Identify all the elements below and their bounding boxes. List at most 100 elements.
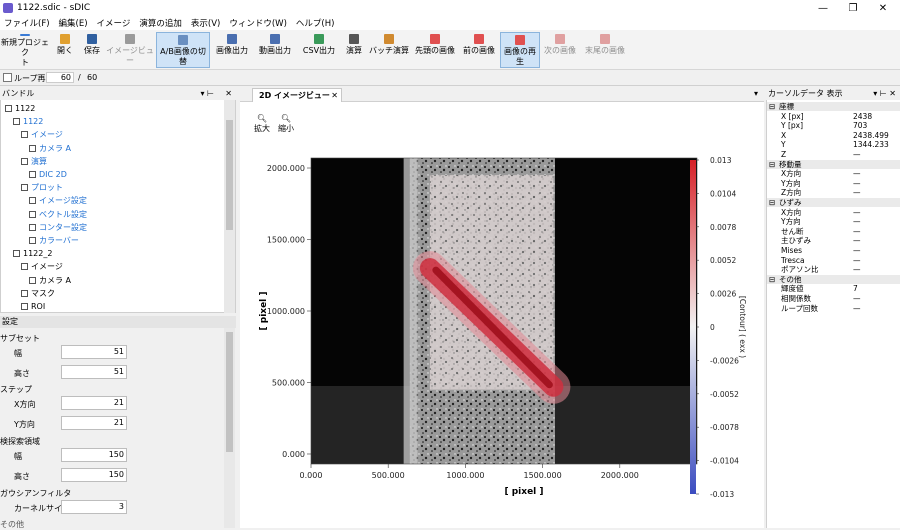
cursor-data-key: Z: [781, 150, 787, 159]
tree-node-icon: [21, 157, 28, 165]
toolbar-label: 新規プロジェク ト: [1, 38, 49, 67]
step-section: ステップ: [0, 385, 32, 394]
tree-item[interactable]: 1122: [5, 103, 35, 115]
cursor-section-name: その他: [779, 274, 802, 284]
tree-item[interactable]: カメラ A: [29, 275, 71, 287]
cursor-panel-pin-icon[interactable]: ▾ ⊢ ✕: [873, 88, 896, 100]
tree-item[interactable]: 1122: [13, 116, 43, 128]
subset-width-input[interactable]: 51: [61, 345, 127, 359]
toolbar-label: 次の画像: [544, 46, 576, 55]
cursor-data-key: Y [px]: [781, 121, 804, 131]
pin-icon[interactable]: ▾ ⊢: [200, 88, 214, 100]
tree-node-icon: [29, 223, 36, 231]
image-export-button[interactable]: 画像出力: [212, 32, 252, 68]
calculate-button[interactable]: 演算: [342, 32, 366, 68]
tree-item[interactable]: カラーバー: [29, 235, 79, 247]
first-image-button[interactable]: 先頭の画像: [412, 32, 458, 68]
menu-window[interactable]: ウィンドウ(W): [229, 17, 287, 29]
cursor-data-key: X方向: [781, 169, 802, 179]
tree-item[interactable]: イメージ: [21, 129, 63, 141]
csv-export-button[interactable]: CSV出力: [298, 32, 340, 68]
cursor-section-header[interactable]: ⊟ その他: [767, 274, 900, 284]
close-button[interactable]: ✕: [868, 0, 898, 16]
menu-view[interactable]: 表示(V): [191, 17, 220, 29]
restore-button[interactable]: ❐: [838, 0, 868, 16]
settings-scrollbar[interactable]: [224, 328, 235, 528]
subset-height-input[interactable]: 51: [61, 365, 127, 379]
tree-item-label: ROI: [31, 302, 46, 311]
search-height-input[interactable]: 150: [61, 468, 127, 482]
tree-item-label: ベクトル設定: [39, 209, 87, 219]
colorbar-label: [Contour] ( exx ): [738, 296, 747, 358]
new-project-button[interactable]: 新規プロジェク ト: [0, 32, 50, 68]
collapse-icon[interactable]: ⊟: [769, 102, 775, 111]
play-button[interactable]: 画像の再生: [500, 32, 540, 68]
bundle-scrollbar[interactable]: [224, 100, 235, 313]
toolbar-label: 動画出力: [259, 46, 291, 55]
step-x-input[interactable]: 21: [61, 396, 127, 410]
collapse-icon[interactable]: ⊟: [769, 275, 775, 284]
step-y-input[interactable]: 21: [61, 416, 127, 430]
colorbar-tick-label: 0.013: [710, 156, 732, 165]
collapse-icon[interactable]: ⊟: [769, 160, 775, 169]
cursor-section-name: 移動量: [779, 159, 802, 169]
batch-calc-button[interactable]: バッチ演算: [368, 32, 410, 68]
tab-2d-image-view[interactable]: 2D イメージビュー ✕: [252, 88, 342, 102]
x-tick-label: 0.000: [300, 471, 323, 480]
tree-item[interactable]: DIC 2D: [29, 169, 67, 181]
toolbar-label: CSV出力: [302, 46, 336, 55]
settings-scroll-thumb[interactable]: [226, 332, 233, 452]
tree-item[interactable]: コンター設定: [29, 222, 87, 234]
bundle-scroll-thumb[interactable]: [226, 120, 233, 230]
tree-item[interactable]: 1122_2: [13, 248, 52, 260]
tree-node-icon: [29, 171, 36, 178]
video-export-button[interactable]: 動画出力: [254, 32, 296, 68]
cursor-data-value: 7: [853, 284, 858, 294]
search-width-input[interactable]: 150: [61, 448, 127, 462]
dic-plot[interactable]: 0.000 500.000 1000.000 1500.000 2000.000 0.00…: [240, 102, 764, 522]
cursor-data-value: 2438.499: [853, 130, 889, 140]
tab-close-icon[interactable]: ✕: [331, 89, 338, 102]
step-y-label: Y方向: [14, 420, 35, 429]
open-button[interactable]: 開く: [52, 32, 78, 68]
tree-item[interactable]: ベクトル設定: [29, 209, 87, 221]
menu-edit[interactable]: 編集(E): [59, 17, 88, 29]
previous-image-button[interactable]: 前の画像: [460, 32, 498, 68]
loop-separator: /: [78, 73, 81, 82]
loop-checkbox[interactable]: [3, 73, 12, 82]
colorbar-tick-label: 0.0052: [710, 256, 736, 265]
loop-current-frame[interactable]: 60: [46, 72, 74, 83]
cursor-data-row: X [px] 2438: [767, 112, 900, 121]
tab-dropdown-icon[interactable]: ▾: [754, 89, 758, 98]
cursor-section-header[interactable]: ⊟ 移動量: [767, 159, 900, 169]
cursor-section-header[interactable]: ⊟ 座標: [767, 102, 900, 111]
cursor-data-key: 主ひずみ: [781, 236, 811, 246]
image-view-button[interactable]: イメージビュー: [106, 32, 154, 68]
tree-item[interactable]: 演算: [21, 156, 47, 168]
cursor-section-header[interactable]: ⊟ ひずみ: [767, 198, 900, 207]
menu-image[interactable]: イメージ: [97, 17, 131, 29]
tree-item[interactable]: マスク: [21, 288, 55, 300]
save-button[interactable]: 保存: [80, 32, 104, 68]
last-image-button[interactable]: 末尾の画像: [580, 32, 630, 68]
kernel-size-input[interactable]: 3: [61, 500, 127, 514]
minimize-button[interactable]: —: [808, 0, 838, 16]
menu-help[interactable]: ヘルプ(H): [296, 17, 335, 29]
tree-item[interactable]: イメージ設定: [29, 195, 87, 207]
tree-node-icon: [21, 184, 28, 192]
tree-item[interactable]: ROI: [21, 301, 45, 313]
menu-file[interactable]: ファイル(F): [4, 17, 50, 29]
cursor-data-row: X方向 —: [767, 169, 900, 178]
search-height-label: 高さ: [14, 472, 30, 481]
tree-item[interactable]: プロット: [21, 182, 63, 194]
collapse-icon[interactable]: ⊟: [769, 198, 775, 207]
next-image-button[interactable]: 次の画像: [542, 32, 578, 68]
ab-switch-button[interactable]: A/B画像の切 替: [156, 32, 210, 68]
close-icon[interactable]: ✕: [225, 88, 232, 100]
tree-item[interactable]: イメージ: [21, 261, 63, 273]
menu-add-calc[interactable]: 演算の追加: [139, 17, 182, 29]
tree-item-label: カメラ A: [39, 275, 72, 285]
tree-item[interactable]: カメラ A: [29, 143, 71, 155]
window-title: 1122.sdic - sDIC: [17, 3, 91, 13]
cursor-data-value: —: [853, 188, 861, 198]
